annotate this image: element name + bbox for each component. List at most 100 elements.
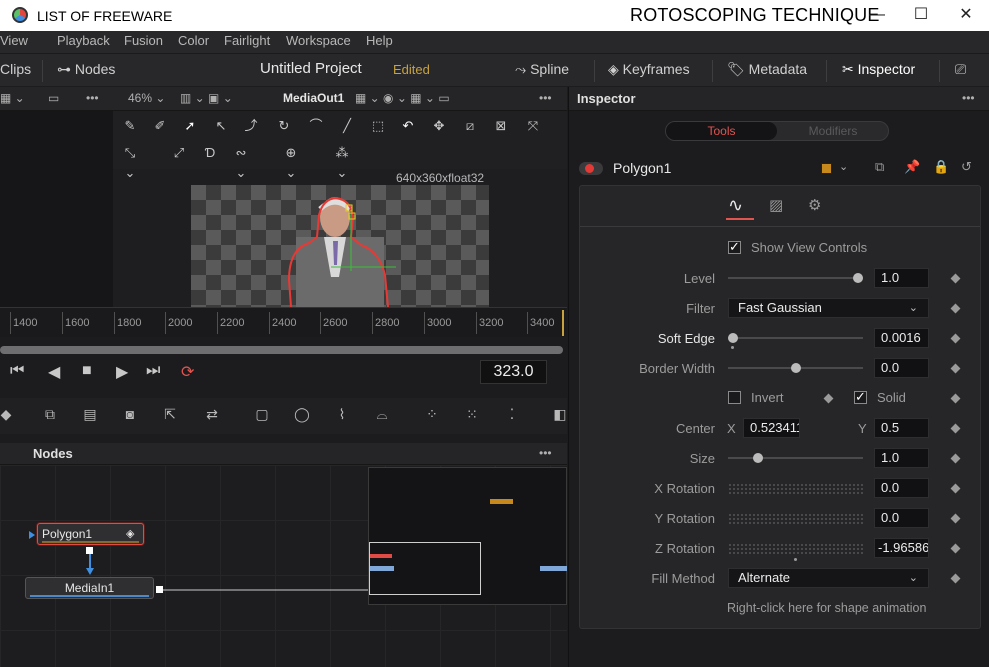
playhead[interactable] [562, 310, 564, 336]
y-rotation-slider[interactable] [728, 513, 863, 525]
prender-icon[interactable]: ⁚ [500, 406, 524, 426]
solid-checkbox[interactable] [854, 389, 867, 405]
z-rotation-slider[interactable] [728, 543, 863, 555]
tool-color-swatch[interactable] [821, 163, 832, 174]
nodes-button[interactable]: ⊶ Nodes [57, 61, 115, 78]
level-value[interactable]: 1.0 [874, 268, 929, 288]
viewer-options-icon[interactable]: ▥ ⌄ ▣ ⌄ [180, 91, 233, 105]
viewer-canvas[interactable] [191, 185, 489, 307]
loop-icon[interactable]: ⟳ [181, 362, 194, 382]
node-graph[interactable]: Polygon1 ◈ MediaIn1 [0, 465, 567, 667]
settings-tab-icon[interactable]: ⚙ [808, 196, 821, 214]
pemitter-icon[interactable]: ⁙ [460, 406, 484, 426]
pin-icon[interactable]: 📌 [904, 159, 920, 175]
x-rotation-value[interactable]: 0.0 [874, 478, 929, 498]
minimap-viewport[interactable] [369, 542, 481, 595]
filter-keyframe-icon[interactable] [950, 303, 961, 314]
fill-method-keyframe-icon[interactable] [950, 573, 961, 584]
chevron-down-icon[interactable]: ⌄ [839, 160, 848, 173]
zoom-select[interactable]: 46% ⌄ [128, 91, 165, 105]
bspline-mask-icon[interactable]: ⌓ [370, 406, 394, 426]
play-icon[interactable]: ▶ [116, 362, 128, 382]
reset-icon[interactable]: ↺ [961, 159, 972, 175]
current-frame-field[interactable]: 323.0 [480, 360, 547, 384]
clips-button[interactable]: Clips [0, 61, 31, 77]
y-rotation-value[interactable]: 0.0 [874, 508, 929, 528]
menu-fairlight[interactable]: Fairlight [224, 33, 270, 48]
border-width-value[interactable]: 0.0 [874, 358, 929, 378]
drop-icon[interactable]: ◆ [0, 406, 18, 426]
timeline-scrollbar[interactable] [0, 346, 563, 354]
level-slider[interactable] [728, 273, 863, 283]
view-box-icon[interactable]: ▭ [48, 91, 59, 105]
show-view-controls-checkbox[interactable] [728, 239, 741, 255]
step-back-icon[interactable]: ◀ [48, 362, 60, 382]
x-rotation-slider[interactable] [728, 483, 863, 495]
background-icon[interactable]: ◙ [118, 406, 142, 426]
close-shape-icon[interactable]: ⤧ [523, 116, 543, 136]
curve-icon[interactable]: ⌒ [306, 116, 326, 136]
reshape-icon[interactable]: ⧄ [460, 116, 480, 136]
image-tab-icon[interactable]: ▨ [769, 196, 783, 214]
z-rotation-value[interactable]: -1.96586 [874, 538, 929, 558]
menu-workspace[interactable]: Workspace [286, 33, 351, 48]
versions-icon[interactable]: ⧉ [875, 159, 884, 175]
tool-enable-toggle[interactable] [579, 162, 603, 175]
tab-modifiers[interactable]: Modifiers [778, 122, 888, 140]
border-width-slider[interactable] [728, 363, 863, 373]
stop-icon[interactable]: ■ [82, 362, 92, 380]
node-mediain1[interactable]: MediaIn1 [25, 577, 154, 599]
modify-icon[interactable]: ↖ [211, 116, 231, 136]
undo-shape-icon[interactable]: ↻ [274, 116, 294, 136]
size-keyframe-icon[interactable] [950, 453, 961, 464]
close-button[interactable]: ✕ [951, 4, 981, 26]
minimize-button[interactable]: — [862, 4, 892, 26]
go-to-end-icon[interactable]: ⏭ [146, 362, 160, 380]
soft-edge-slider-knob[interactable] [728, 333, 738, 343]
bezier-icon[interactable]: ⊕ ⌄ [281, 143, 301, 180]
size-slider[interactable] [728, 453, 863, 463]
controls-tab-icon[interactable]: ∿ [728, 195, 743, 216]
spline-button[interactable]: ⤳ Spline [515, 61, 569, 78]
grid-icon[interactable]: ▦ ⌄ [0, 91, 25, 105]
select-icon[interactable]: ➚ [180, 116, 200, 136]
menu-color[interactable]: Color [178, 33, 209, 48]
wave-icon[interactable]: ∾ ⌄ [231, 143, 251, 180]
more-options-icon[interactable]: ••• [86, 91, 99, 105]
metadata-button[interactable]: 🏷 Metadata [727, 61, 807, 78]
spline-tool-icon[interactable]: ⤡ ⌄ [120, 143, 140, 180]
menu-help[interactable]: Help [366, 33, 393, 48]
fill-method-dropdown[interactable]: Alternate ⌄ [728, 568, 929, 588]
go-to-start-icon[interactable]: ⏮ [10, 362, 24, 380]
tab-tools[interactable]: Tools [666, 122, 777, 140]
invert-checkbox[interactable] [728, 391, 741, 404]
delete-point-icon[interactable]: ⊠ [491, 116, 511, 136]
y-rotation-keyframe-icon[interactable] [950, 513, 961, 524]
connection-port[interactable] [86, 547, 93, 554]
z-rotation-keyframe-icon[interactable] [950, 543, 961, 554]
node-polygon1[interactable]: Polygon1 ◈ [37, 523, 144, 545]
particles-icon[interactable]: ⁘ [420, 406, 444, 426]
more-options-icon[interactable]: ••• [539, 91, 552, 105]
merge-icon[interactable]: ▤ [78, 406, 102, 426]
transform-icon[interactable]: ✥ [429, 116, 449, 136]
transform-node-icon[interactable]: ⇄ [200, 406, 224, 426]
smooth-icon[interactable]: ↶ [398, 116, 418, 136]
menu-fusion[interactable]: Fusion [124, 33, 163, 48]
keyframes-button[interactable]: ◈ Keyframes [608, 61, 690, 78]
solid-keyframe-icon[interactable] [950, 393, 961, 404]
rectangle-mask-icon[interactable]: ▢ [250, 406, 274, 426]
level-slider-knob[interactable] [853, 273, 863, 283]
size-slider-knob[interactable] [753, 453, 763, 463]
center-x-value[interactable]: 0.523411 [743, 418, 800, 438]
filter-dropdown[interactable]: Fast Gaussian ⌄ [728, 298, 929, 318]
output-port[interactable] [156, 586, 163, 593]
soft-edge-keyframe-icon[interactable] [950, 333, 961, 344]
node-minimap[interactable] [368, 467, 567, 605]
tracker-icon[interactable]: ⤢ [169, 143, 189, 163]
shape-animation-hint[interactable]: Right-click here for shape animation [727, 601, 926, 615]
ellipse-mask-icon[interactable]: ◯ [290, 406, 314, 426]
insert-icon[interactable]: ⤴ [241, 116, 261, 136]
magic-icon[interactable]: ⁂ ⌄ [332, 143, 352, 180]
timeline-ruler[interactable]: 1400 1600 1800 2000 2200 2400 2600 2800 … [0, 307, 567, 337]
